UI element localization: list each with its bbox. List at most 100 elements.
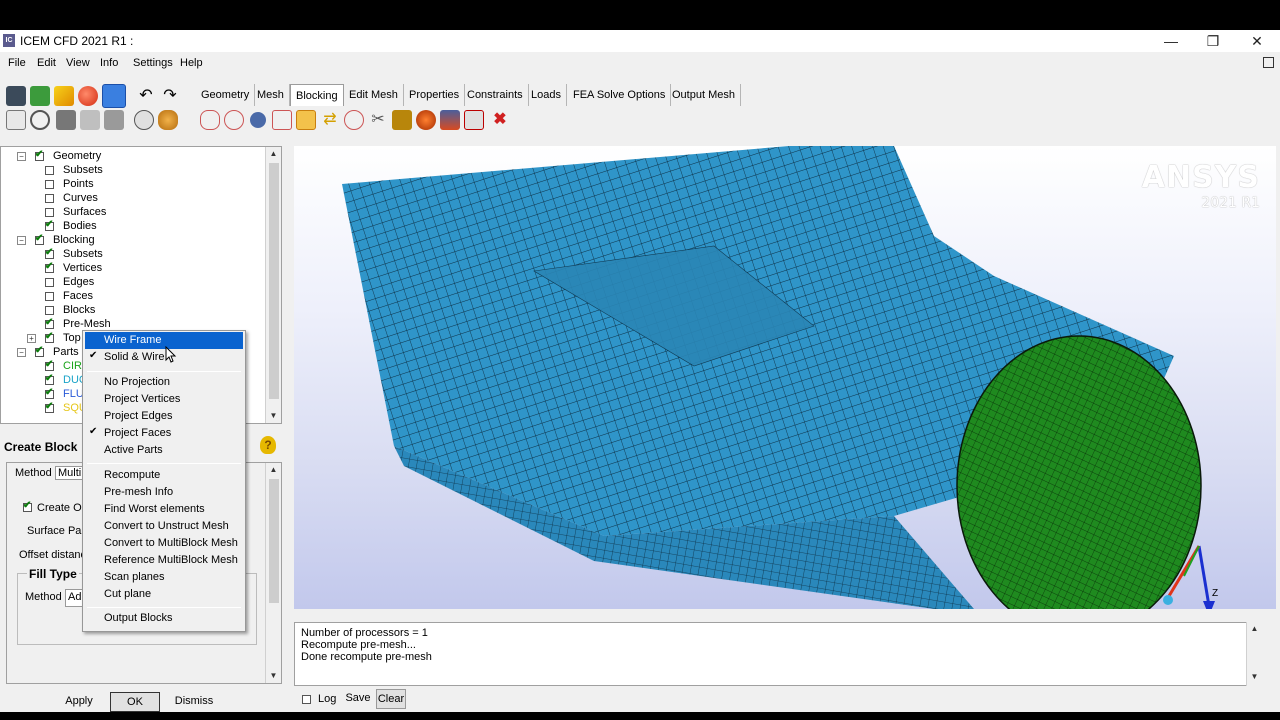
vertices-checkbox[interactable]	[45, 261, 54, 273]
premesh-checkbox[interactable]	[45, 317, 54, 329]
premesh-icon[interactable]	[416, 110, 436, 130]
tab-geometry[interactable]: Geometry	[196, 84, 256, 106]
topo-expander-icon[interactable]: +	[27, 334, 36, 343]
graphics-viewport[interactable]: ANSYS 2021 R1 Z	[294, 146, 1276, 609]
points-checkbox[interactable]	[45, 180, 54, 189]
message-scroll-up-icon[interactable]: ▲	[1247, 622, 1262, 636]
solid-icon[interactable]	[158, 110, 178, 130]
bodies-checkbox[interactable]	[45, 219, 54, 231]
geometry-expander-icon[interactable]: −	[17, 152, 26, 161]
menu-item-find-worst-elements[interactable]: Find Worst elements	[85, 501, 243, 518]
split-block-icon[interactable]	[224, 110, 244, 130]
smoothing-icon[interactable]	[464, 110, 484, 130]
apply-button[interactable]: Apply	[56, 692, 102, 712]
save-icon[interactable]	[6, 86, 26, 106]
tree-premesh[interactable]: Pre-Mesh	[63, 317, 111, 331]
scroll-up-icon[interactable]: ▲	[266, 147, 281, 161]
tree-blocks[interactable]: Blocks	[63, 303, 95, 317]
method-select[interactable]: Multi	[55, 466, 85, 480]
refresh-icon[interactable]	[30, 86, 50, 106]
distance-icon[interactable]	[104, 110, 124, 130]
tab-constraints[interactable]: Constraints	[462, 84, 529, 106]
tree-scrollbar[interactable]: ▲ ▼	[265, 147, 281, 423]
tab-fea-solve-options[interactable]: FEA Solve Options	[568, 84, 672, 106]
tree-part-flu[interactable]: FLU	[63, 387, 84, 401]
restore-panel-icon[interactable]	[1263, 57, 1274, 68]
tab-loads[interactable]: Loads	[526, 84, 567, 106]
menu-settings[interactable]: Settings	[133, 57, 173, 69]
quality-icon[interactable]	[440, 110, 460, 130]
panel-scroll-up-icon[interactable]: ▲	[266, 463, 281, 477]
save-log-button[interactable]: Save	[342, 689, 374, 709]
clear-log-button[interactable]: Clear	[376, 689, 406, 709]
tree-surfaces[interactable]: Surfaces	[63, 205, 106, 219]
tab-properties[interactable]: Properties	[404, 84, 466, 106]
blocks-checkbox[interactable]	[45, 306, 54, 315]
tab-blocking[interactable]: Blocking	[290, 84, 344, 106]
redo-icon[interactable]: ↷	[160, 86, 180, 106]
topo-checkbox[interactable]	[45, 331, 54, 343]
parts-checkbox[interactable]	[35, 345, 44, 357]
tree-points[interactable]: Points	[63, 177, 94, 191]
tree-blocking[interactable]: Blocking	[53, 233, 95, 247]
tree-curves[interactable]: Curves	[63, 191, 98, 205]
menu-view[interactable]: View	[66, 57, 90, 69]
ok-button[interactable]: OK	[110, 692, 160, 712]
tree-vertices[interactable]: Vertices	[63, 261, 102, 275]
menu-item-no-projection[interactable]: No Projection	[85, 374, 243, 391]
tree-geometry[interactable]: Geometry	[53, 149, 101, 163]
fit-icon[interactable]	[6, 110, 26, 130]
tab-edit-mesh[interactable]: Edit Mesh	[344, 84, 404, 106]
menu-item-convert-multiblock[interactable]: Convert to MultiBlock Mesh	[85, 535, 243, 552]
edges-checkbox[interactable]	[45, 278, 54, 287]
tree-scroll-thumb[interactable]	[269, 163, 279, 399]
menu-info[interactable]: Info	[100, 57, 118, 69]
geometry-checkbox[interactable]	[35, 149, 44, 161]
tab-mesh[interactable]: Mesh	[252, 84, 290, 106]
xdelete-icon[interactable]: ✖	[490, 110, 510, 130]
panel-scrollbar[interactable]: ▲ ▼	[265, 463, 281, 683]
menu-item-convert-unstruct[interactable]: Convert to Unstruct Mesh	[85, 518, 243, 535]
menu-item-wire-frame[interactable]: Wire Frame	[85, 332, 243, 349]
blocking-checkbox[interactable]	[35, 233, 44, 245]
menu-item-scan-planes[interactable]: Scan planes	[85, 569, 243, 586]
tree-blocking-subsets[interactable]: Subsets	[63, 247, 103, 261]
panel-scroll-down-icon[interactable]: ▼	[266, 669, 281, 683]
block-subsets-checkbox[interactable]	[45, 247, 54, 259]
edit-block-icon[interactable]	[272, 110, 292, 130]
tab-output-mesh[interactable]: Output Mesh	[667, 84, 741, 106]
parts-expander-icon[interactable]: −	[17, 348, 26, 357]
menu-item-premesh-info[interactable]: Pre-mesh Info	[85, 484, 243, 501]
part3-checkbox[interactable]	[45, 387, 54, 399]
menu-help[interactable]: Help	[180, 57, 203, 69]
menu-file[interactable]: File	[8, 57, 26, 69]
lightning-icon[interactable]	[54, 86, 74, 106]
check-blocks-icon[interactable]	[392, 110, 412, 130]
restore-button[interactable]: ❐	[1192, 30, 1234, 52]
panel-scroll-thumb[interactable]	[269, 479, 279, 603]
associate-icon[interactable]	[296, 110, 316, 130]
help-icon[interactable]: ?	[260, 436, 276, 454]
blocking-expander-icon[interactable]: −	[17, 236, 26, 245]
close-button[interactable]: ✕	[1236, 30, 1278, 52]
menu-item-cut-plane[interactable]: Cut plane	[85, 586, 243, 603]
dismiss-button[interactable]: Dismiss	[168, 692, 220, 712]
menu-item-output-blocks[interactable]: Output Blocks	[85, 610, 243, 627]
menu-item-recompute[interactable]: Recompute	[85, 467, 243, 484]
minimize-button[interactable]: —	[1150, 30, 1192, 52]
menu-item-project-faces[interactable]: Project Faces	[85, 425, 243, 442]
part4-checkbox[interactable]	[45, 401, 54, 413]
message-scrollbar[interactable]: ▲ ▼	[1246, 622, 1262, 686]
tree-geometry-subsets[interactable]: Subsets	[63, 163, 103, 177]
tree-bodies[interactable]: Bodies	[63, 219, 97, 233]
tree-faces[interactable]: Faces	[63, 289, 93, 303]
faces-checkbox[interactable]	[45, 292, 54, 301]
part2-checkbox[interactable]	[45, 373, 54, 385]
transform-icon[interactable]	[344, 110, 364, 130]
tree-parts[interactable]: Parts	[53, 345, 79, 359]
view-icon[interactable]	[56, 110, 76, 130]
message-scroll-down-icon[interactable]: ▼	[1247, 670, 1262, 684]
undo-icon[interactable]: ↶	[136, 86, 156, 106]
tree-edges[interactable]: Edges	[63, 275, 94, 289]
select-icon[interactable]	[102, 84, 126, 108]
